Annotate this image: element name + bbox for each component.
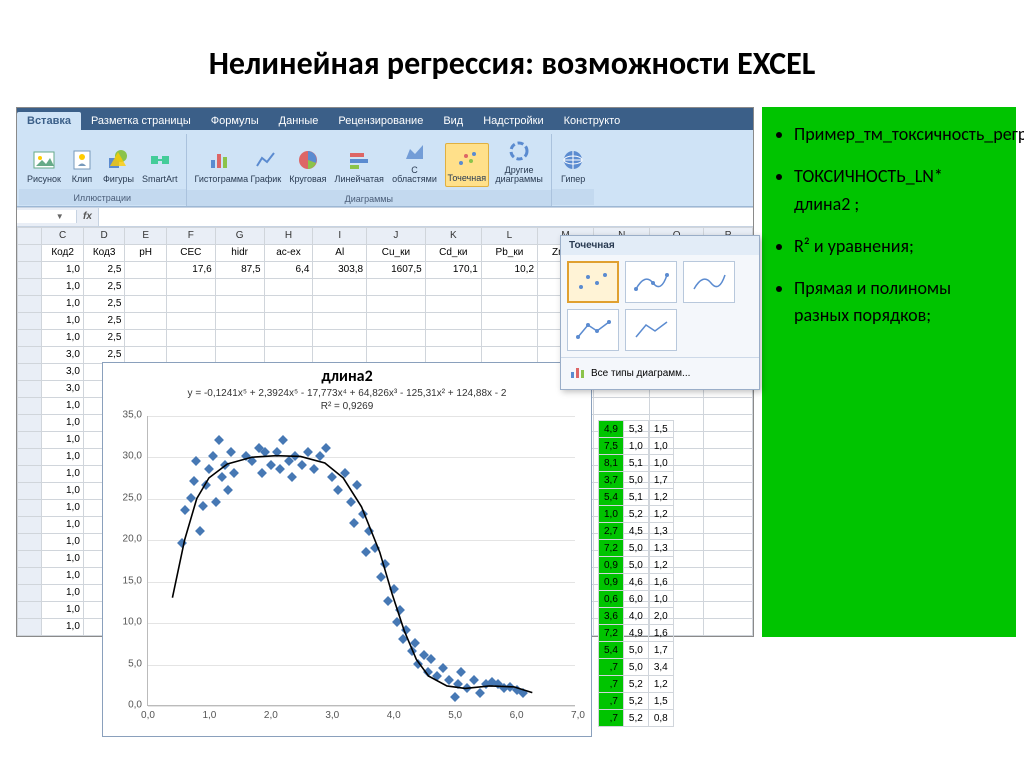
globe-icon: [560, 147, 586, 173]
scatter-type-lines[interactable]: [625, 309, 677, 351]
tab-view[interactable]: Вид: [433, 112, 473, 130]
scatter-icon: [454, 146, 480, 172]
scatter-dropdown-header: Точечная: [561, 236, 759, 255]
btn-line[interactable]: График: [249, 145, 284, 186]
btn-smartart[interactable]: SmartArt: [140, 145, 180, 186]
scatter-type-smooth-markers[interactable]: [625, 261, 677, 303]
ribbon: Рисунок Клип Фигуры SmartArt Ил: [17, 130, 753, 207]
tab-formulas[interactable]: Формулы: [201, 112, 269, 130]
btn-shapes[interactable]: Фигуры: [101, 145, 136, 186]
right-data-columns: 4,95,31,57,51,01,08,15,11,03,75,01,75,45…: [598, 420, 674, 727]
ribbon-tabs: Вставка Разметка страницы Формулы Данные…: [17, 108, 753, 130]
ribbon-group-charts: Гистограмма График Круговая Линейчатая С…: [187, 134, 553, 206]
btn-other-charts[interactable]: Другие диаграммы: [493, 136, 545, 187]
name-box[interactable]: ▼: [17, 210, 77, 223]
tab-data[interactable]: Данные: [269, 112, 329, 130]
btn-hbar[interactable]: Линейчатая: [333, 145, 385, 186]
ribbon-group-illustrations: Рисунок Клип Фигуры SmartArt Ил: [19, 134, 187, 206]
bullet: Прямая и полиномы разных порядков;: [794, 275, 1002, 331]
ribbon-group-links: Гипер: [552, 134, 594, 206]
line-icon: [253, 147, 279, 173]
chevron-down-icon: ▼: [44, 212, 77, 221]
bullet: Пример_тм_токсичность_регрессия.xls;: [794, 121, 1002, 149]
btn-hyperlink[interactable]: Гипер: [558, 145, 588, 186]
btn-pie[interactable]: Круговая: [287, 145, 328, 186]
side-panel: Пример_тм_токсичность_регрессия.xls; ТОК…: [762, 107, 1016, 637]
picture-icon: [31, 147, 57, 173]
clip-icon: [69, 147, 95, 173]
hbar-icon: [346, 147, 372, 173]
bullet: ТОКСИЧНОСТЬ_LN* длина2 ;: [794, 163, 1002, 219]
chart-r2: R² = 0,9269: [103, 401, 591, 412]
slide-title: Нелинейная регрессия: возможности EXCEL: [0, 0, 1024, 107]
bullet: R² и уравнения;: [794, 233, 1002, 261]
plot-area: 0,05,010,015,020,025,030,035,00,01,02,03…: [147, 416, 575, 706]
scatter-type-markers[interactable]: [567, 261, 619, 303]
btn-clip[interactable]: Клип: [67, 145, 97, 186]
fx-label[interactable]: fx: [77, 211, 98, 222]
embedded-chart[interactable]: длина2 y = -0,1241x⁵ + 2,3924x⁵ - 17,773…: [102, 362, 592, 737]
tab-addins[interactable]: Надстройки: [473, 112, 553, 130]
btn-picture[interactable]: Рисунок: [25, 145, 63, 186]
tab-insert[interactable]: Вставка: [17, 112, 81, 130]
formula-bar: ▼ fx: [17, 207, 753, 227]
chart-equation: y = -0,1241x⁵ + 2,3924x⁵ - 17,773x⁴ + 64…: [103, 386, 591, 401]
bar-icon: [206, 147, 232, 173]
chart-title: длина2: [103, 363, 591, 386]
pie-icon: [295, 147, 321, 173]
all-chart-types[interactable]: Все типы диаграмм...: [561, 357, 759, 389]
btn-area[interactable]: С областями: [389, 136, 441, 187]
group-label-charts: Диаграммы: [187, 190, 552, 206]
scatter-type-lines-markers[interactable]: [567, 309, 619, 351]
tab-review[interactable]: Рецензирование: [328, 112, 433, 130]
btn-bar[interactable]: Гистограмма: [193, 145, 245, 186]
smartart-icon: [147, 147, 173, 173]
formula-input[interactable]: [98, 208, 753, 226]
group-label-illustrations: Иллюстрации: [19, 189, 186, 205]
tab-design[interactable]: Конструкто: [554, 112, 631, 130]
tab-page-layout[interactable]: Разметка страницы: [81, 112, 201, 130]
scatter-type-smooth[interactable]: [683, 261, 735, 303]
other-charts-icon: [506, 138, 532, 164]
btn-scatter[interactable]: Точечная: [445, 143, 490, 186]
chart-icon: [569, 364, 585, 383]
scatter-dropdown: Точечная Все типы диаграмм...: [560, 235, 760, 390]
shapes-icon: [105, 147, 131, 173]
area-icon: [402, 138, 428, 164]
